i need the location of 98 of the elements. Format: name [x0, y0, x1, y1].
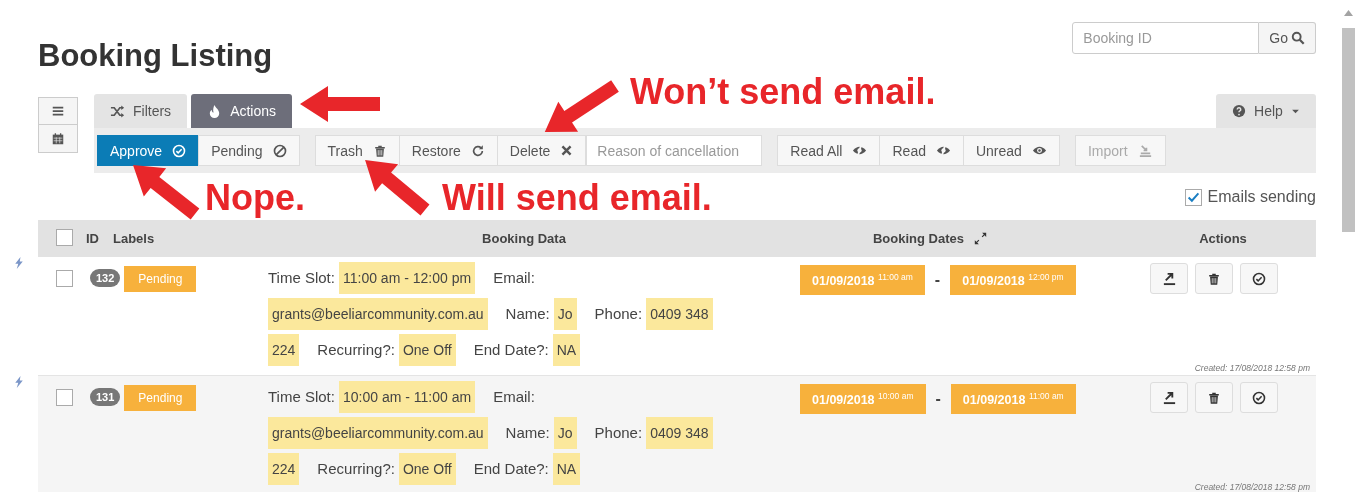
toolbar-button[interactable]: Read: [879, 135, 964, 166]
field-value: grants@beeliarcommunity.com.au: [268, 298, 488, 330]
export-icon: [1161, 390, 1177, 405]
date-separator: -: [935, 390, 941, 408]
field-value: One Off: [398, 334, 456, 366]
date-badge: 01/09/2018 $^{11:00 am}$: [950, 384, 1076, 415]
expand-icon: [974, 232, 987, 245]
field-value: Jo: [553, 298, 577, 330]
toolbar-button[interactable]: Pending: [198, 135, 300, 166]
field-label: Email:: [493, 387, 535, 407]
refresh-icon: [470, 143, 485, 158]
toolbar-button[interactable]: Read All: [777, 135, 881, 166]
toolbar-button[interactable]: Approve: [97, 135, 200, 166]
field-label: Time Slot:: [268, 387, 335, 407]
field-label: Name:: [505, 423, 550, 443]
trash-button[interactable]: [1195, 382, 1233, 413]
created-timestamp: Created: 17/08/2018 12:58 pm: [1194, 363, 1310, 373]
created-timestamp: Created: 17/08/2018 12:58 pm: [1194, 482, 1310, 492]
bolt-icon: [13, 257, 25, 269]
field-label: Recurring?:: [317, 459, 395, 479]
date-badge: 01/09/2018 $^{11:00 am}$: [800, 265, 925, 296]
field-value: 224: [268, 334, 300, 366]
field-label: End Date?:: [473, 340, 549, 360]
import-icon: [1137, 143, 1153, 158]
trash-icon: [372, 143, 387, 158]
date-badge: 01/09/2018 $^{12:00 pm}$: [950, 265, 1076, 296]
field-value: NA: [552, 453, 581, 485]
check-circle-icon: [1252, 271, 1266, 286]
annotation-text: Nope.: [205, 180, 305, 216]
field-value: 0409 348: [646, 417, 713, 449]
approve-button[interactable]: [1240, 263, 1278, 294]
field-value: Jo: [553, 417, 577, 449]
checkbox-label: Emails sending: [1207, 188, 1316, 206]
annotation-arrow: [133, 165, 200, 220]
column-header: Labels: [113, 231, 155, 246]
field-value: 224: [268, 453, 300, 485]
id-badge: 131: [90, 388, 121, 406]
check-icon: [1186, 190, 1200, 204]
checkbox[interactable]: [56, 270, 73, 287]
list-icon: [51, 104, 65, 118]
field-value: NA: [552, 334, 581, 366]
date-separator: -: [934, 271, 941, 289]
trash-button[interactable]: [1195, 263, 1233, 294]
id-badge: 132: [90, 269, 121, 287]
approve-button[interactable]: [1240, 382, 1278, 413]
annotation-text: Won’t send email.: [630, 74, 936, 110]
field-value: 10:00 am - 11:00 am: [338, 381, 476, 413]
field-label: End Date?:: [473, 459, 549, 479]
tab[interactable]: Actions: [191, 94, 293, 128]
date-badge: 01/09/2018 $^{10:00 am}$: [800, 384, 926, 415]
column-header: Actions: [1199, 231, 1247, 246]
x-icon: [560, 144, 574, 157]
help-icon: [1232, 104, 1247, 118]
field-value: 11:00 am - 12:00 pm: [338, 262, 476, 294]
toolbar-button[interactable]: Trash: [314, 135, 400, 166]
field-value: 0409 348: [646, 298, 713, 330]
booking-id-field[interactable]: Booking ID: [1072, 22, 1260, 54]
export-button[interactable]: [1150, 382, 1188, 413]
calendar-icon: [51, 131, 65, 146]
cancellation-reason-field[interactable]: Reason of cancellation: [586, 135, 763, 166]
toolbar-button[interactable]: Delete: [496, 135, 587, 166]
search-icon: [1291, 31, 1305, 45]
tab[interactable]: Filters: [94, 94, 188, 128]
field-label: Recurring?:: [317, 340, 395, 360]
column-header: ID: [86, 231, 99, 246]
column-header: Booking Data: [482, 231, 566, 246]
page-title: Booking Listing: [38, 38, 273, 74]
check-circle-icon: [1252, 390, 1266, 405]
field-label: Email:: [493, 268, 535, 288]
checkbox[interactable]: [1184, 188, 1202, 206]
check-circle-icon: [172, 143, 187, 158]
toolbar-button[interactable]: Unread: [962, 135, 1060, 166]
export-icon: [1161, 271, 1177, 286]
list-view-button[interactable]: [38, 97, 78, 125]
toolbar-button[interactable]: Restore: [398, 135, 498, 166]
status-label: Pending: [124, 266, 197, 292]
annotation-text: Will send email.: [442, 180, 712, 216]
field-value: One Off: [398, 453, 456, 485]
shuffle-icon: [110, 103, 125, 119]
field-label: Phone:: [594, 304, 643, 324]
help-menu-button[interactable]: Help: [1216, 94, 1316, 128]
export-button[interactable]: [1150, 263, 1188, 294]
checkbox[interactable]: [56, 228, 73, 246]
field-label: Time Slot:: [268, 268, 335, 288]
status-label: Pending: [124, 385, 197, 411]
field-label: Name:: [505, 304, 550, 324]
trash-icon: [1207, 390, 1221, 405]
field-label: Phone:: [594, 423, 643, 443]
calendar-view-button[interactable]: [38, 125, 78, 153]
trash-icon: [1207, 271, 1221, 286]
annotation-arrow: [365, 160, 430, 216]
prohibited-icon: [272, 143, 287, 158]
bolt-icon: [13, 376, 25, 388]
scrollbar-thumb[interactable]: [1342, 28, 1355, 232]
column-header: Booking Dates: [873, 231, 964, 246]
field-value: grants@beeliarcommunity.com.au: [268, 417, 488, 449]
checkbox[interactable]: [56, 389, 73, 406]
go-button[interactable]: Go: [1259, 22, 1316, 54]
